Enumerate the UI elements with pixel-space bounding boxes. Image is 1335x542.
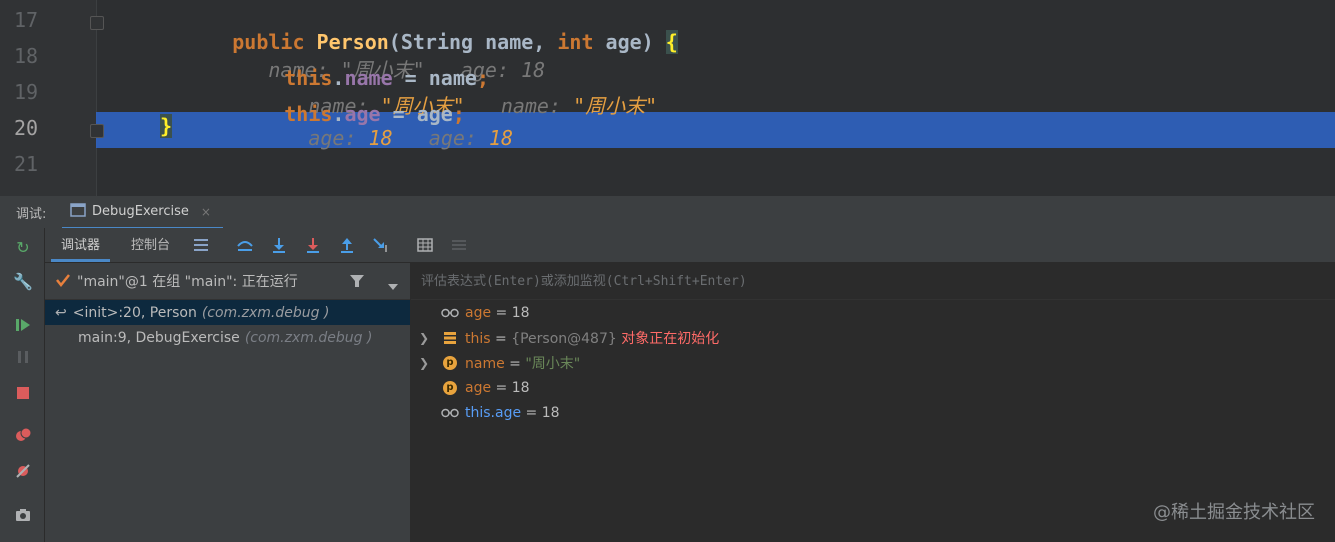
- variable-row[interactable]: ❯ p name = "周小末": [411, 350, 1335, 375]
- frame-item[interactable]: main:9, DebugExercise (com.zxm.debug ): [45, 325, 410, 350]
- line-number: 18: [14, 44, 39, 68]
- evaluate-expression-icon[interactable]: [415, 235, 435, 255]
- frame-package: (com.zxm.debug ): [244, 329, 373, 346]
- watch-glasses-icon: [441, 405, 459, 421]
- variable-name: age: [465, 379, 492, 396]
- tab-console[interactable]: 控制台: [131, 228, 170, 259]
- resume-icon[interactable]: [14, 316, 32, 334]
- watch-glasses-icon: [441, 305, 459, 321]
- run-to-cursor-icon[interactable]: [371, 235, 391, 255]
- parameter-icon: p: [441, 355, 459, 371]
- debug-tool-window-header: 调试: DebugExercise ×: [0, 196, 1335, 230]
- frame-item[interactable]: ↩ <init>:20, Person (com.zxm.debug ): [45, 300, 410, 325]
- wrench-icon[interactable]: 🔧: [13, 272, 33, 291]
- chevron-down-icon[interactable]: [387, 276, 399, 295]
- variable-name: this: [465, 330, 491, 347]
- equals: =: [490, 330, 512, 347]
- fold-marker-icon[interactable]: [90, 124, 104, 138]
- object-fields-icon: [441, 330, 459, 346]
- variable-name: age: [465, 304, 492, 321]
- tab-label: DebugExercise: [92, 204, 189, 219]
- code-line-21[interactable]: 21: [0, 148, 1335, 184]
- variable-note: 对象正在初始化: [616, 330, 720, 347]
- brace: }: [160, 114, 173, 138]
- evaluate-bar[interactable]: [411, 263, 1335, 300]
- step-over-icon[interactable]: [235, 235, 255, 255]
- frame-method: main:9, DebugExercise: [78, 329, 240, 346]
- trace-stream-icon[interactable]: [449, 235, 469, 255]
- parameter-icon: p: [441, 380, 459, 396]
- view-breakpoints-icon[interactable]: [14, 426, 32, 444]
- debugger-toolbar: 调试器 控制台: [45, 228, 1335, 263]
- fold-marker-icon[interactable]: [90, 16, 104, 30]
- expand-arrow-icon[interactable]: ❯: [419, 356, 429, 370]
- line-number: 19: [14, 80, 39, 104]
- code-editor[interactable]: 17 public Person(String name, int age) {…: [0, 0, 1335, 196]
- variable-row[interactable]: p age = 18: [411, 375, 1335, 400]
- line-number: 21: [14, 152, 39, 176]
- variable-value: 18: [511, 304, 530, 321]
- equals: =: [491, 379, 512, 396]
- equals: =: [491, 304, 512, 321]
- variable-value: 18: [511, 379, 530, 396]
- variable-value: {Person@487}: [511, 330, 617, 347]
- thread-label: "main"@1 在组 "main": 正在运行: [77, 274, 298, 290]
- menu-lines-icon[interactable]: [191, 235, 211, 255]
- close-icon[interactable]: ×: [201, 205, 211, 219]
- tab-label: 调试器: [61, 238, 101, 253]
- check-icon: [55, 272, 71, 291]
- watermark: @稀土掘金技术社区: [1153, 502, 1315, 523]
- frames-panel: "main"@1 在组 "main": 正在运行 ↩ <init>:20, Pe…: [45, 263, 411, 542]
- step-out-icon[interactable]: [337, 235, 357, 255]
- variable-row[interactable]: this.age = 18: [411, 400, 1335, 425]
- mute-breakpoints-icon[interactable]: [14, 462, 32, 480]
- equals: =: [504, 355, 526, 372]
- expand-arrow-icon[interactable]: ❯: [419, 331, 429, 345]
- thread-selector[interactable]: "main"@1 在组 "main": 正在运行: [45, 263, 410, 300]
- rerun-icon[interactable]: ↻: [14, 238, 32, 257]
- stop-icon[interactable]: [14, 384, 32, 402]
- line-number: 17: [14, 8, 39, 32]
- variable-name: this.age: [465, 404, 522, 421]
- run-config-icon: [70, 202, 86, 221]
- tab-debugexercise[interactable]: DebugExercise ×: [62, 196, 223, 230]
- force-step-into-icon[interactable]: [303, 235, 323, 255]
- variable-row[interactable]: age = 18: [411, 300, 1335, 325]
- debug-side-toolbar: ↻ 🔧: [0, 228, 45, 542]
- variable-name: name: [465, 355, 505, 372]
- camera-icon[interactable]: [14, 506, 32, 524]
- frame-package: (com.zxm.debug ): [201, 304, 330, 321]
- tab-debugger[interactable]: 调试器: [51, 228, 111, 262]
- code-line-19[interactable]: 19 this.age = age; age: 18 age: 18: [0, 76, 1335, 150]
- pause-icon[interactable]: [14, 348, 32, 366]
- debug-label: 调试:: [16, 207, 47, 222]
- tab-label: 控制台: [131, 238, 171, 253]
- code-line-17[interactable]: 17 public Person(String name, int age) {…: [0, 4, 1335, 82]
- code-line-20[interactable]: 20 }: [0, 112, 1335, 148]
- variable-value: 18: [541, 404, 560, 421]
- line-number: 20: [14, 116, 39, 140]
- code-line-18[interactable]: 18 this.name = name; name: "周小末" name: "…: [0, 40, 1335, 118]
- frame-method: <init>:20, Person: [72, 304, 197, 321]
- equals: =: [521, 404, 542, 421]
- return-arrow-icon: ↩: [55, 304, 67, 321]
- variable-row[interactable]: ❯ this = {Person@487} 对象正在初始化: [411, 325, 1335, 350]
- filter-icon[interactable]: [349, 273, 365, 293]
- variable-value: "周小末": [525, 355, 581, 372]
- evaluate-expression-input[interactable]: [419, 272, 1303, 290]
- step-into-icon[interactable]: [269, 235, 289, 255]
